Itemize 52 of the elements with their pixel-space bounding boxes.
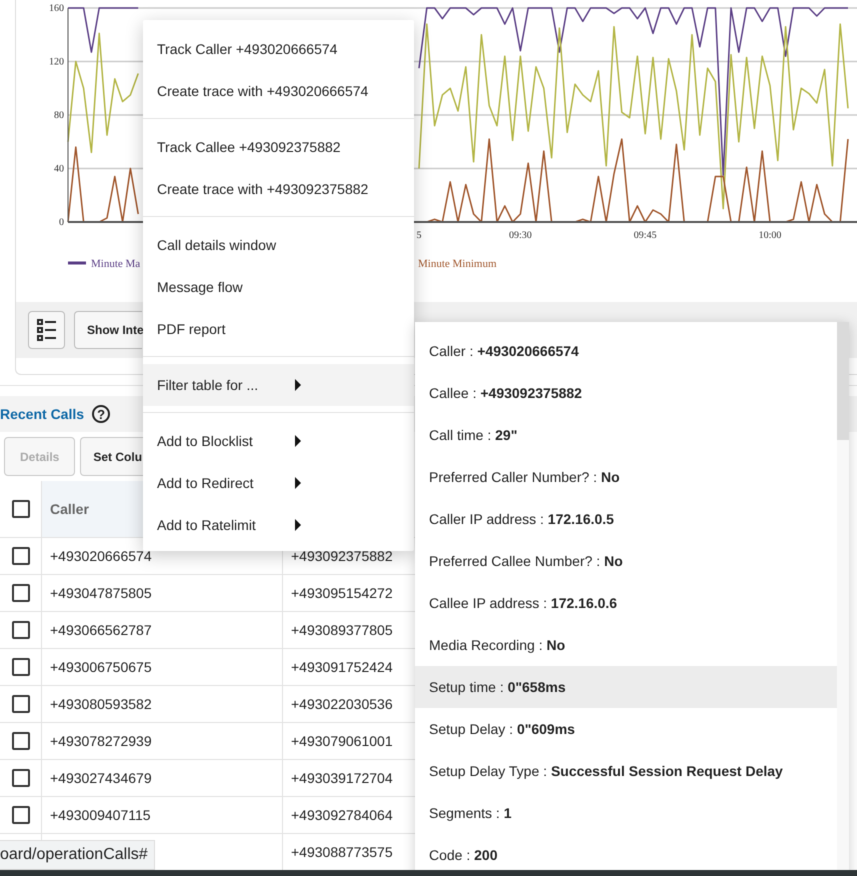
menu-item[interactable]: Message flow <box>143 266 414 308</box>
status-url: oard/operationCalls# <box>0 840 155 870</box>
legend-label: Minute Minimum <box>418 258 497 270</box>
axis-tick-label: 09:30 <box>509 230 532 241</box>
detail-row-text: Caller IP address : 172.16.0.5 <box>428 510 615 529</box>
row-checkbox[interactable] <box>12 769 30 788</box>
menu-item[interactable]: Filter table for ... <box>143 364 414 406</box>
caller-cell: +493027434679 <box>42 760 282 796</box>
row-checkbox[interactable] <box>12 806 30 824</box>
axis-tick-label: 09:45 <box>634 230 657 241</box>
select-all-checkbox[interactable] <box>12 500 30 518</box>
menu-item[interactable]: Call details window <box>143 224 414 266</box>
axis-tick-label: 40 <box>54 164 64 174</box>
scrollbar-thumb[interactable] <box>837 322 849 440</box>
menu-item[interactable]: PDF report <box>143 308 414 350</box>
axis-tick-label: 0 <box>59 217 64 228</box>
caller-cell: +493047875805 <box>42 574 282 612</box>
detail-row: Setup time : 0"658ms <box>415 666 837 708</box>
set-columns-button[interactable]: Set Colu <box>80 437 144 476</box>
axis-tick-label: 80 <box>54 110 64 121</box>
menu-item[interactable]: Add to Redirect <box>143 462 414 504</box>
list-view-button[interactable] <box>28 311 65 349</box>
row-checkbox[interactable] <box>12 547 30 566</box>
axis-tick-label: 10:00 <box>758 230 782 241</box>
help-icon[interactable]: ? <box>92 405 110 423</box>
row-checkbox[interactable] <box>12 584 30 602</box>
menu-item[interactable]: Add to Blocklist <box>143 420 414 462</box>
caller-cell: +493066562787 <box>42 612 282 648</box>
menu-item[interactable]: Track Caller +493020666574 <box>143 28 414 70</box>
show-interval-button[interactable]: Show Inte <box>74 311 142 349</box>
menu-item[interactable]: Create trace with +493092375882 <box>143 168 414 210</box>
legend-swatch <box>68 262 86 264</box>
caller-cell: +493009407115 <box>42 796 282 834</box>
legend-label: Minute Ma <box>91 258 140 270</box>
menu-item[interactable]: Create trace with +493020666574 <box>143 70 414 112</box>
list-icon <box>36 319 56 341</box>
detail-row-text: Call time : 29" <box>428 426 518 445</box>
row-checkbox[interactable] <box>12 658 30 676</box>
caller-cell: +493006750675 <box>42 648 282 686</box>
menu-item[interactable]: Track Callee +493092375882 <box>143 126 414 168</box>
detail-row-text: Preferred Caller Number? : No <box>428 468 621 487</box>
caller-cell: +493078272939 <box>42 722 282 760</box>
caller-cell: +493080593582 <box>42 686 282 722</box>
detail-row-text: Callee : +493092375882 <box>428 384 583 403</box>
axis-tick-label: 5 <box>416 230 422 241</box>
row-checkbox[interactable] <box>12 621 30 640</box>
axis-tick-label: 120 <box>49 56 64 68</box>
row-checkbox[interactable] <box>12 695 30 714</box>
axis-tick-label: 160 <box>49 3 64 14</box>
row-checkbox[interactable] <box>12 732 30 750</box>
detail-row-text: Caller : +493020666574 <box>428 342 580 361</box>
section-title: Recent Calls <box>0 406 84 422</box>
